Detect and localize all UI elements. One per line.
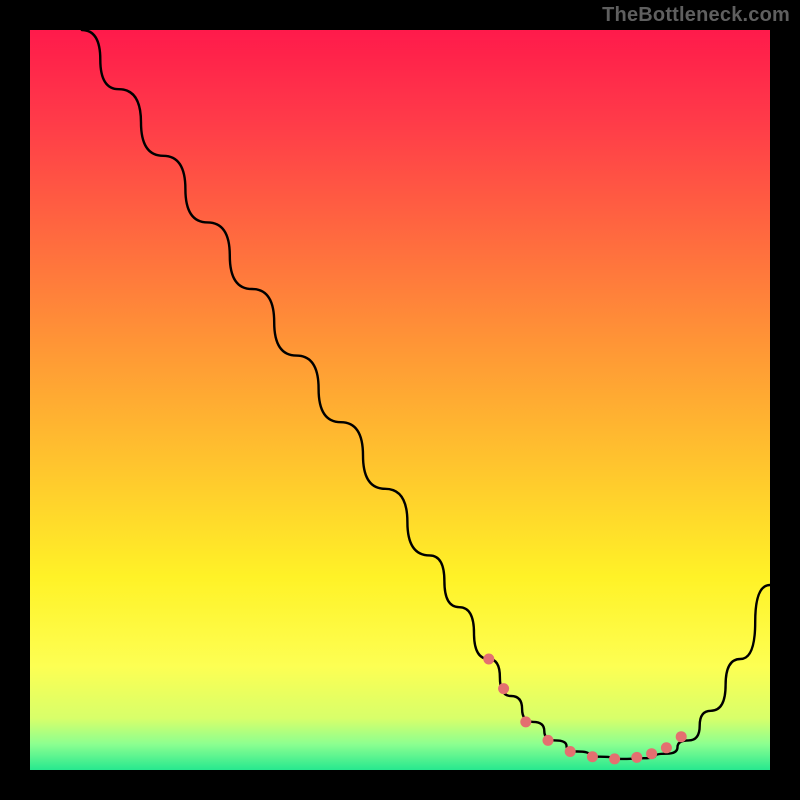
highlight-marker: [483, 654, 494, 665]
highlight-marker: [646, 748, 657, 759]
highlight-marker: [676, 731, 687, 742]
chart-canvas: [0, 0, 800, 800]
highlight-marker: [543, 735, 554, 746]
watermark: TheBottleneck.com: [602, 4, 790, 27]
highlight-marker: [520, 716, 531, 727]
highlight-marker: [631, 752, 642, 763]
highlight-marker: [661, 742, 672, 753]
chart-stage: TheBottleneck.com: [0, 0, 800, 800]
highlight-marker: [587, 751, 598, 762]
highlight-marker: [609, 753, 620, 764]
highlight-marker: [498, 683, 509, 694]
highlight-marker: [565, 746, 576, 757]
plot-background: [30, 30, 770, 770]
